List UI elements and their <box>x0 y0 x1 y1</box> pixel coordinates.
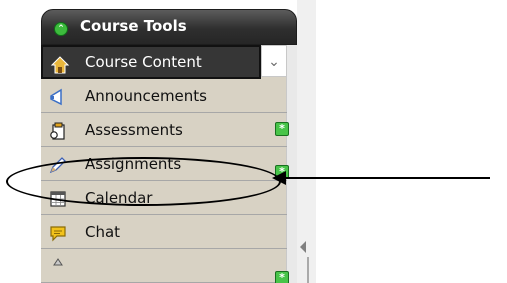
scroll-left-arrow-icon[interactable] <box>300 241 306 253</box>
course-tools-panel: ⌃ Course Tools Course Content ⌄ Announce… <box>41 0 297 283</box>
annotation-arrow-icon <box>272 171 490 185</box>
tool-label: Chat <box>85 223 121 241</box>
collapse-menu-button[interactable]: ⌄ <box>261 45 287 77</box>
tool-item-assessments[interactable]: Assessments <box>41 113 287 147</box>
tool-item-chat[interactable]: Chat <box>41 215 287 249</box>
home-icon <box>50 56 70 74</box>
clipboard-icon <box>50 122 65 140</box>
tool-item-course-content[interactable]: Course Content <box>41 45 261 79</box>
tool-label: Assessments <box>85 121 183 139</box>
panel-header: ⌃ Course Tools <box>41 9 297 45</box>
new-content-badge-icon: * <box>275 271 289 283</box>
panel-title: Course Tools <box>80 17 187 35</box>
new-content-badge-icon: * <box>275 122 289 136</box>
scroll-track-line <box>307 257 309 283</box>
tool-label: Announcements <box>85 87 207 105</box>
tool-item-announcements[interactable]: Announcements <box>41 79 287 113</box>
scrollbar[interactable] <box>286 45 297 283</box>
tool-label: Course Content <box>85 53 202 71</box>
tool-item-partial[interactable] <box>41 249 287 283</box>
annotation-ellipse <box>6 157 281 206</box>
speech-bubble-icon <box>50 226 66 242</box>
partial-tool-icon <box>53 258 63 266</box>
megaphone-icon <box>50 88 62 106</box>
collapse-section-icon[interactable]: ⌃ <box>54 22 68 36</box>
